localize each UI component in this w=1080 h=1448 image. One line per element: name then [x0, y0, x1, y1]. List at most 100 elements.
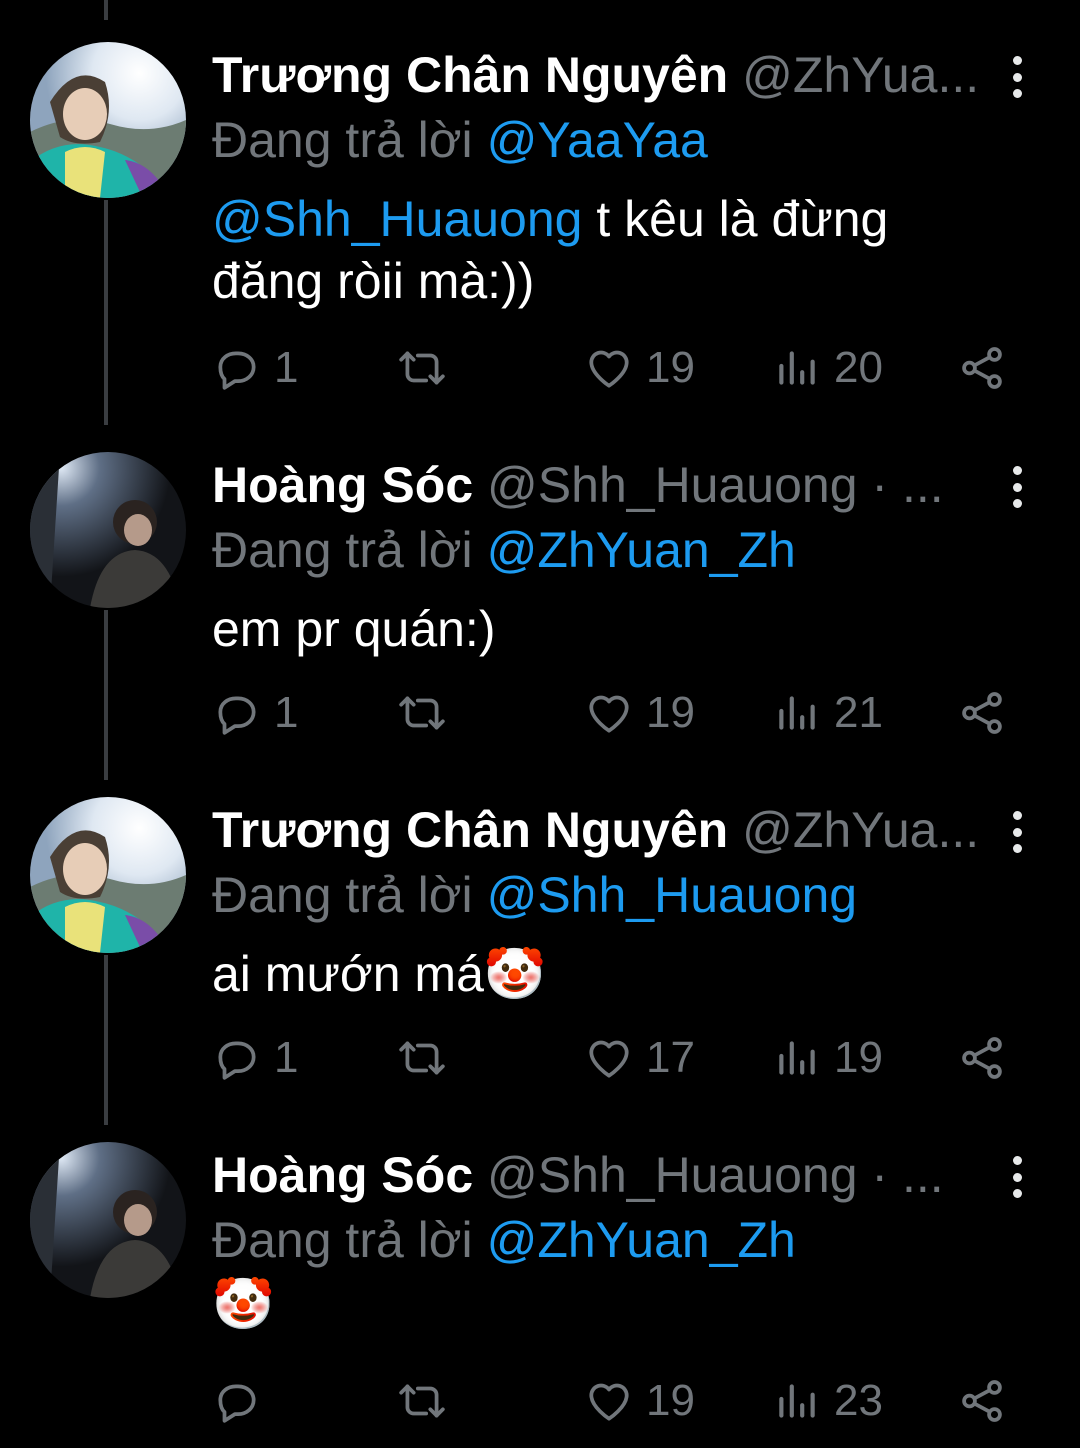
- views-button[interactable]: 20: [772, 333, 883, 403]
- reply-icon: [218, 1384, 256, 1423]
- reply-button[interactable]: 1: [212, 1023, 298, 1093]
- retweet-icon: [399, 696, 445, 730]
- replying-to-mention[interactable]: @ZhYuan_Zh: [487, 522, 796, 578]
- views-button[interactable]: 23: [772, 1366, 883, 1436]
- more-options-icon[interactable]: [1000, 807, 1034, 857]
- views-button[interactable]: 19: [772, 1023, 883, 1093]
- avatar-photo: [30, 452, 186, 608]
- avatar-photo: [30, 42, 186, 198]
- reply-button[interactable]: [212, 1366, 274, 1436]
- like-button[interactable]: 17: [584, 1023, 695, 1093]
- more-options-icon[interactable]: [1000, 1152, 1034, 1202]
- view-count: 19: [834, 1033, 883, 1082]
- tweet-actions: 19 23: [212, 1366, 1012, 1436]
- reply-icon: [218, 351, 256, 390]
- replying-to-mention[interactable]: @ZhYuan_Zh: [487, 1212, 796, 1268]
- user-handle[interactable]: @Shh_Huauong · ...: [487, 457, 944, 513]
- body-text: ai mướn má: [212, 946, 484, 1002]
- replying-to-mention[interactable]: @Shh_Huauong: [487, 867, 857, 923]
- replying-to-prefix: Đang trả lời: [212, 112, 473, 168]
- reply-count: 1: [274, 1033, 299, 1082]
- replying-to-prefix: Đang trả lời: [212, 1212, 473, 1268]
- replying-to: Đang trả lời @Shh_Huauong: [212, 864, 857, 926]
- views-button[interactable]: 21: [772, 678, 883, 748]
- share-icon: [962, 1037, 1002, 1079]
- tweet-actions: 1 17 19: [212, 1023, 1012, 1093]
- tweet-header: Trương Chân Nguyên @ZhYua...: [212, 44, 992, 106]
- share-button[interactable]: [957, 333, 1007, 403]
- tweet-header: Hoàng Sóc @Shh_Huauong · ...: [212, 454, 992, 516]
- retweet-button[interactable]: [397, 1023, 459, 1093]
- share-icon: [962, 347, 1002, 389]
- reply-count: 1: [274, 688, 299, 737]
- body-text: em pr quán:): [212, 601, 496, 657]
- reply-button[interactable]: 1: [212, 333, 298, 403]
- retweet-icon: [399, 1041, 445, 1075]
- display-name[interactable]: Hoàng Sóc: [212, 1147, 473, 1203]
- view-count: 20: [834, 343, 883, 392]
- user-handle[interactable]: @Shh_Huauong · ...: [487, 1147, 944, 1203]
- heart-icon: [589, 695, 629, 733]
- retweet-button[interactable]: [397, 678, 459, 748]
- reply-count: 1: [274, 343, 299, 392]
- tweet-actions: 1 19 20: [212, 333, 1012, 403]
- retweet-button[interactable]: [397, 1366, 459, 1436]
- share-button[interactable]: [957, 678, 1007, 748]
- retweet-button[interactable]: [397, 333, 459, 403]
- tweet-text: em pr quán:): [212, 598, 1012, 660]
- share-button[interactable]: [957, 1023, 1007, 1093]
- tweet-text: 🤡: [212, 1273, 1012, 1335]
- avatar-photo: [30, 1142, 186, 1298]
- tweet-actions: 1 19 21: [212, 678, 1012, 748]
- replying-to-prefix: Đang trả lời: [212, 867, 473, 923]
- display-name[interactable]: Hoàng Sóc: [212, 457, 473, 513]
- tweet-text: @Shh_Huauong t kêu là đừng đăng ròii mà:…: [212, 188, 1012, 312]
- view-count: 23: [834, 1376, 883, 1425]
- reply-icon: [218, 696, 256, 735]
- clown-emoji: 🤡: [483, 946, 547, 1002]
- avatar[interactable]: [30, 42, 186, 198]
- user-handle[interactable]: @ZhYua...: [742, 47, 979, 103]
- analytics-icon: [779, 1384, 815, 1418]
- avatar[interactable]: [30, 1142, 186, 1298]
- tweet[interactable]: Hoàng Sóc @Shh_Huauong · ... Đang trả lờ…: [0, 1108, 1080, 1448]
- clown-emoji: 🤡: [212, 1276, 275, 1332]
- tweet-text: ai mướn má🤡: [212, 943, 1012, 1005]
- avatar[interactable]: [30, 797, 186, 953]
- tweet[interactable]: Hoàng Sóc @Shh_Huauong · ... Đang trả lờ…: [0, 418, 1080, 763]
- analytics-icon: [779, 351, 815, 385]
- reply-thread: Trương Chân Nguyên @ZhYua... Đang trả lờ…: [0, 0, 1080, 1448]
- replying-to-mention[interactable]: @YaaYaa: [487, 112, 708, 168]
- like-button[interactable]: 19: [584, 678, 695, 748]
- more-options-icon[interactable]: [1000, 462, 1034, 512]
- reply-button[interactable]: 1: [212, 678, 298, 748]
- view-count: 21: [834, 688, 883, 737]
- analytics-icon: [779, 696, 815, 730]
- reply-icon: [218, 1041, 256, 1080]
- analytics-icon: [779, 1041, 815, 1075]
- share-button[interactable]: [957, 1366, 1007, 1436]
- heart-icon: [589, 1383, 629, 1421]
- more-options-icon[interactable]: [1000, 52, 1034, 102]
- tweet-header: Hoàng Sóc @Shh_Huauong · ...: [212, 1144, 992, 1206]
- heart-icon: [589, 1040, 629, 1078]
- avatar-photo: [30, 797, 186, 953]
- retweet-icon: [399, 351, 445, 385]
- tweet[interactable]: Trương Chân Nguyên @ZhYua... Đang trả lờ…: [0, 763, 1080, 1108]
- like-button[interactable]: 19: [584, 1366, 695, 1436]
- share-icon: [962, 1380, 1002, 1422]
- tweet[interactable]: Trương Chân Nguyên @ZhYua... Đang trả lờ…: [0, 8, 1080, 392]
- like-count: 17: [646, 1033, 695, 1082]
- replying-to-prefix: Đang trả lời: [212, 522, 473, 578]
- replying-to: Đang trả lời @YaaYaa: [212, 109, 708, 171]
- tweet-header: Trương Chân Nguyên @ZhYua...: [212, 799, 992, 861]
- display-name[interactable]: Trương Chân Nguyên: [212, 47, 728, 103]
- user-handle[interactable]: @ZhYua...: [742, 802, 979, 858]
- display-name[interactable]: Trương Chân Nguyên: [212, 802, 728, 858]
- body-mention[interactable]: @Shh_Huauong: [212, 191, 582, 247]
- retweet-icon: [399, 1384, 445, 1418]
- avatar[interactable]: [30, 452, 186, 608]
- like-button[interactable]: 19: [584, 333, 695, 403]
- heart-icon: [589, 350, 629, 388]
- replying-to: Đang trả lời @ZhYuan_Zh: [212, 519, 796, 581]
